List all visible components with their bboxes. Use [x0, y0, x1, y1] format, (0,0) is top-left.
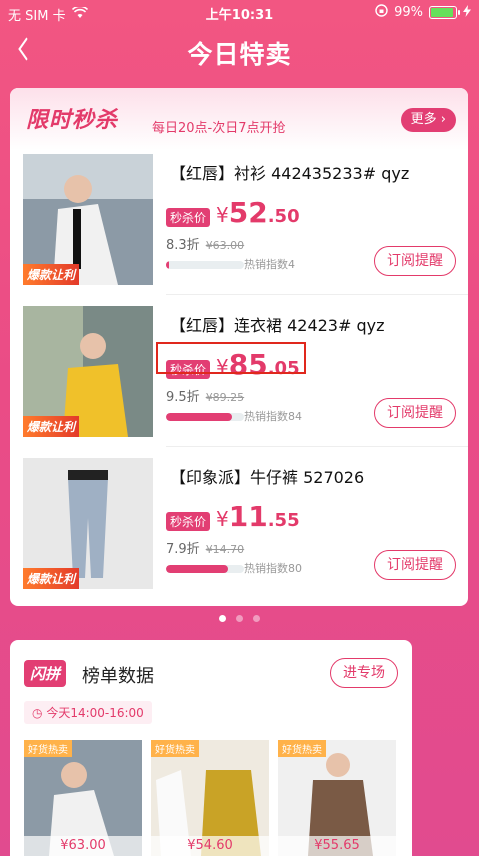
hot-index-fill [166, 413, 232, 421]
hot-index-text: 热销指数80 [244, 562, 302, 575]
price-integer: 11 [228, 500, 268, 533]
price-decimal: .55 [267, 510, 300, 531]
product-tag: 爆款让利 [23, 568, 80, 589]
currency-symbol: ¥ [216, 507, 229, 531]
price-row: 秒杀价 ¥ 11 .55 [166, 500, 300, 533]
flash-sale-subtitle: 每日20点-次日7点开抢 [152, 121, 286, 136]
divider [166, 294, 468, 295]
hot-index-fill [166, 261, 170, 269]
product-image[interactable]: 爆款让利 [23, 458, 153, 589]
subscribe-button[interactable]: 订阅提醒 [374, 398, 456, 428]
highlight-box [156, 342, 306, 374]
discount-row: 9.5折 ¥89.25 [166, 386, 244, 405]
product-image[interactable]: 爆款让利 [23, 154, 153, 285]
discount: 7.9折 [166, 542, 200, 557]
flash-sale-header: 限时秒杀 每日20点-次日7点开抢 更多 › [10, 88, 468, 150]
time-range: ◷ 今天14:00-16:00 [24, 701, 152, 724]
hot-tag: 好货热卖 [151, 740, 199, 757]
page-title: 今日特卖 [187, 40, 292, 69]
group-buy-badge: 闪拼 [24, 660, 67, 687]
price-label: 秒杀价 [166, 512, 211, 531]
hot-index-bar [166, 261, 244, 269]
group-product[interactable]: 好货热卖 ¥55.65 [278, 740, 396, 856]
product-tag: 爆款让利 [23, 416, 80, 437]
currency-symbol: ¥ [216, 203, 229, 227]
hot-index-fill [166, 565, 229, 573]
carousel-dots [0, 615, 479, 622]
clock-icon: ◷ [32, 706, 43, 720]
product-price: ¥63.00 [24, 836, 142, 856]
divider [166, 446, 468, 447]
hot-index-bar [166, 565, 244, 573]
original-price: ¥63.00 [205, 239, 245, 252]
product-name[interactable]: 【红唇】衬衫 442435233# qyz [170, 160, 409, 184]
group-product[interactable]: 好货热卖 ¥54.60 [151, 740, 269, 856]
more-button[interactable]: 更多 › [400, 108, 456, 132]
price-integer: 52 [228, 196, 268, 229]
status-bar: 无 SIM 卡 上午10:31 99% [0, 0, 479, 26]
subscribe-button[interactable]: 订阅提醒 [374, 246, 456, 276]
carousel-dot-active[interactable] [219, 615, 226, 622]
hot-index-bar [166, 413, 244, 421]
original-price: ¥89.25 [205, 391, 245, 404]
time-range-text: 今天14:00-16:00 [46, 706, 144, 720]
flash-sale-brand: 限时秒杀 [26, 108, 119, 133]
price-decimal: .50 [267, 206, 300, 227]
discount: 9.5折 [166, 390, 200, 405]
product-name[interactable]: 【印象派】牛仔裤 527026 [170, 464, 364, 488]
carousel-dot[interactable] [253, 615, 260, 622]
product-name[interactable]: 【红唇】连衣裙 42423# qyz [170, 312, 385, 336]
battery-icon [429, 6, 460, 19]
price-label: 秒杀价 [166, 208, 211, 227]
group-buy-card: 闪拼 榜单数据 进专场 ◷ 今天14:00-16:00 好货热卖 ¥63.00 … [10, 640, 412, 856]
hot-tag: 好货热卖 [278, 740, 326, 757]
nav-bar: 今日特卖 [0, 26, 479, 76]
hot-tag: 好货热卖 [24, 740, 72, 757]
flash-sale-card: 限时秒杀 每日20点-次日7点开抢 更多 › 爆款让利 【红唇】衬衫 44243… [10, 88, 468, 606]
discount: 8.3折 [166, 238, 200, 253]
original-price: ¥14.70 [205, 543, 245, 556]
more-label: 更多 [410, 112, 437, 127]
group-buy-title: 榜单数据 [82, 666, 154, 687]
flash-item[interactable]: 爆款让利 【印象派】牛仔裤 527026 秒杀价 ¥ 11 .55 7.9折 ¥1… [10, 454, 468, 594]
discount-row: 8.3折 ¥63.00 [166, 234, 244, 253]
flash-item[interactable]: 爆款让利 【红唇】衬衫 442435233# qyz 秒杀价 ¥ 52 .50 … [10, 150, 468, 290]
battery-percent: 99% [394, 5, 423, 20]
product-price: ¥54.60 [151, 836, 269, 856]
product-price: ¥55.65 [278, 836, 396, 856]
charging-icon [463, 4, 471, 21]
carousel-dot[interactable] [236, 615, 243, 622]
group-product[interactable]: 好货热卖 ¥63.00 [24, 740, 142, 856]
product-image[interactable]: 爆款让利 [23, 306, 153, 437]
rotation-lock-icon [375, 4, 388, 21]
product-tag: 爆款让利 [23, 264, 80, 285]
subscribe-button[interactable]: 订阅提醒 [374, 550, 456, 580]
discount-row: 7.9折 ¥14.70 [166, 538, 244, 557]
chevron-right-icon: › [436, 112, 446, 127]
hot-index-text: 热销指数4 [244, 258, 295, 271]
price-row: 秒杀价 ¥ 52 .50 [166, 196, 300, 229]
hot-index-text: 热销指数84 [244, 410, 302, 423]
enter-special-button[interactable]: 进专场 [330, 658, 398, 688]
